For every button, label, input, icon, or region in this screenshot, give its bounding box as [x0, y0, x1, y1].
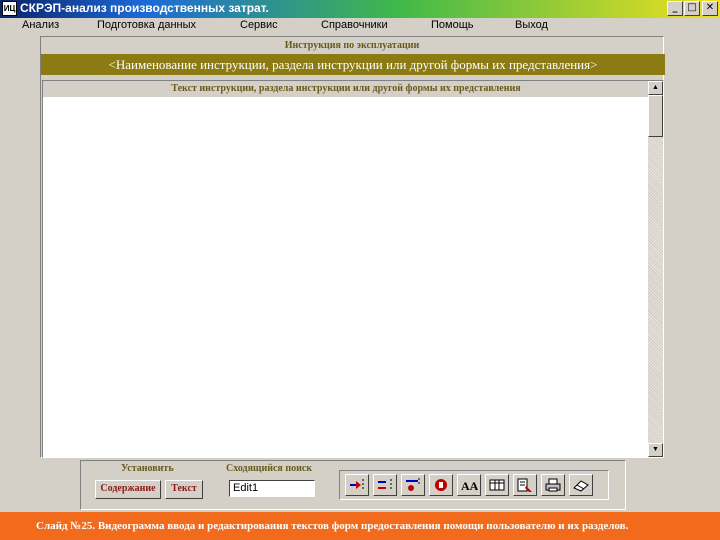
scroll-up-button[interactable]: ▲	[648, 81, 663, 95]
insert-row-icon	[350, 479, 364, 491]
menu-analysis[interactable]: Анализ	[22, 19, 59, 31]
scroll-down-button[interactable]: ▼	[648, 443, 663, 457]
stop-icon	[435, 479, 447, 491]
print-icon	[545, 478, 561, 492]
eraser-icon	[573, 480, 589, 492]
print-button[interactable]	[541, 474, 565, 496]
text-button[interactable]: Текст	[165, 480, 203, 499]
instruction-name-bar[interactable]: <Наименование инструкции, раздела инстру…	[41, 54, 665, 75]
menu-service[interactable]: Сервис	[240, 19, 278, 31]
title-bar: ИЦ СКРЭП-анализ производственных затрат.…	[0, 0, 720, 18]
slide-caption-bar: Слайд №25. Видеограмма ввода и редактиро…	[0, 512, 720, 540]
table-icon	[489, 479, 505, 491]
font-button[interactable]: AA	[457, 474, 481, 496]
text-area-header: Текст инструкции, раздела инструкции или…	[43, 81, 649, 97]
delete-row-button[interactable]	[373, 474, 397, 496]
insert-row-button[interactable]	[345, 474, 369, 496]
edit-doc-button[interactable]	[513, 474, 537, 496]
search-input[interactable]: Edit1	[229, 480, 315, 497]
contents-button[interactable]: Содержание	[95, 480, 161, 499]
delete-row-icon	[378, 479, 392, 491]
search-label: Сходящийся поиск	[226, 463, 313, 474]
add-item-button[interactable]	[401, 474, 425, 496]
menu-exit[interactable]: Выход	[515, 19, 548, 31]
maximize-button[interactable]: □	[684, 1, 700, 16]
menu-data-prep[interactable]: Подготовка данных	[97, 19, 196, 31]
instruction-text-area[interactable]: Текст инструкции, раздела инструкции или…	[42, 80, 664, 458]
panel-caption: Инструкция по эксплуатации	[284, 40, 420, 51]
menu-help[interactable]: Помощь	[431, 19, 474, 31]
minimize-button[interactable]: _	[667, 1, 683, 16]
add-item-icon	[406, 478, 420, 491]
stop-button[interactable]	[429, 474, 453, 496]
toolbar: AA	[339, 470, 609, 500]
set-label: Установить	[121, 463, 174, 474]
edit-doc-icon	[517, 478, 532, 492]
table-button[interactable]	[485, 474, 509, 496]
close-button[interactable]: ✕	[702, 1, 718, 16]
eraser-button[interactable]	[569, 474, 593, 496]
svg-text:AA: AA	[461, 479, 478, 493]
menu-reference[interactable]: Справочники	[321, 19, 388, 31]
window-title: СКРЭП-анализ производственных затрат.	[20, 1, 269, 15]
app-icon: ИЦ	[2, 1, 17, 16]
scroll-thumb[interactable]	[648, 95, 663, 137]
font-icon: AA	[461, 479, 478, 493]
menu-bar: Анализ Подготовка данных Сервис Справочн…	[0, 18, 720, 34]
vertical-scrollbar[interactable]: ▲ ▼	[648, 81, 663, 457]
